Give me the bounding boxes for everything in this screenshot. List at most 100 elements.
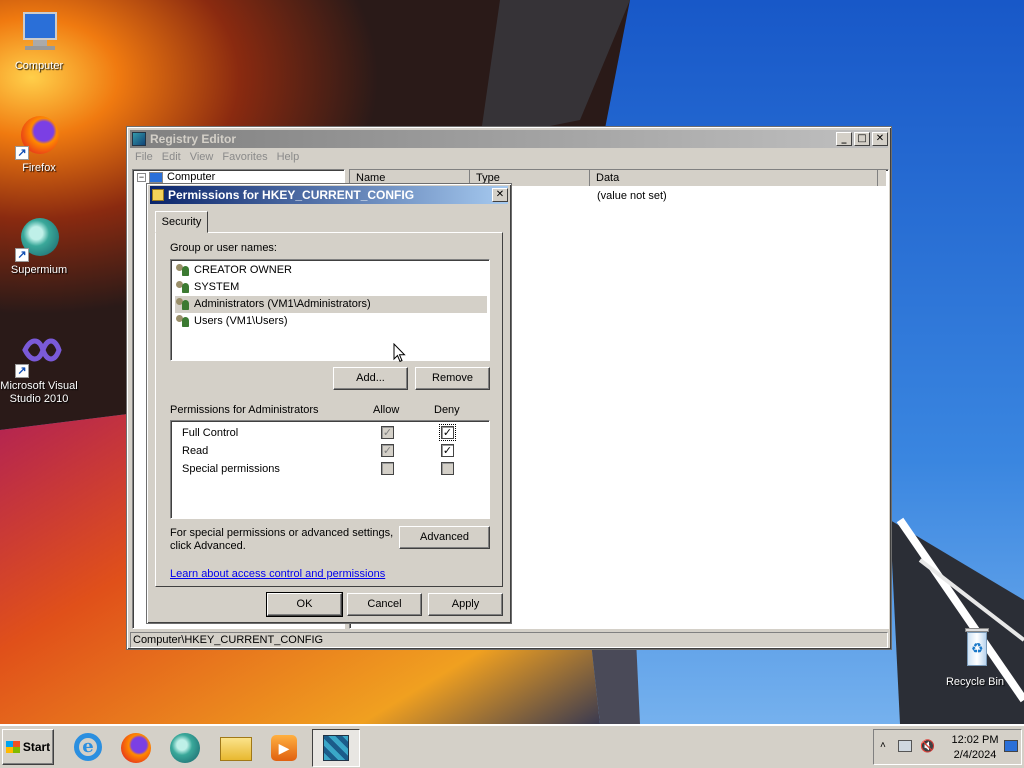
dialog-title: Permissions for HKEY_CURRENT_CONFIG	[168, 188, 415, 202]
menu-edit[interactable]: Edit	[162, 151, 181, 167]
user-name: CREATOR OWNER	[194, 264, 292, 276]
minimize-button[interactable]: _	[836, 132, 852, 146]
user-group-icon	[175, 297, 191, 311]
perm-name: Read	[182, 445, 209, 457]
special-permissions-text: For special permissions or advanced sett…	[170, 527, 394, 539]
regedit-icon	[132, 132, 146, 146]
tree-node-label: Computer	[167, 171, 216, 183]
allow-header: Allow	[373, 404, 400, 416]
menu-view[interactable]: View	[190, 151, 214, 167]
shortcut-arrow-icon: ↗	[15, 146, 29, 160]
deny-full-control-checkbox[interactable]: ✓	[439, 424, 456, 441]
learn-more-link[interactable]: Learn about access control and permissio…	[170, 568, 385, 580]
close-button[interactable]: ✕	[492, 188, 508, 202]
menu-favorites[interactable]: Favorites	[222, 151, 267, 167]
cancel-button[interactable]: Cancel	[347, 593, 422, 616]
default-value-data: (value not set)	[597, 190, 667, 202]
media-player-icon: ▶	[271, 735, 297, 761]
permissions-titlebar[interactable]: Permissions for HKEY_CURRENT_CONFIG ✕	[150, 186, 508, 204]
recycle-bin-icon: ♻	[951, 626, 999, 674]
taskbar-supermium[interactable]	[164, 729, 206, 767]
taskbar-firefox[interactable]	[115, 729, 157, 767]
folder-icon	[220, 737, 252, 761]
tab-panel: Group or user names: CREATOR OWNER SYSTE…	[155, 232, 503, 587]
network-icon[interactable]	[898, 740, 912, 752]
user-group-icon	[175, 280, 191, 294]
perm-name: Special permissions	[182, 463, 280, 475]
chevron-up-icon[interactable]: ˄	[880, 740, 886, 751]
remove-button[interactable]: Remove	[415, 367, 490, 390]
list-item[interactable]: Users (VM1\Users)	[175, 313, 487, 330]
menu-bar: File Edit View Favorites Help	[135, 151, 299, 167]
menu-file[interactable]: File	[135, 151, 153, 167]
mouse-cursor-icon	[393, 343, 406, 363]
registry-titlebar[interactable]: Registry Editor _ □ ✕	[130, 130, 888, 148]
show-desktop-icon[interactable]	[1004, 740, 1018, 752]
close-button[interactable]: ✕	[872, 132, 888, 146]
computer-icon	[149, 171, 163, 183]
taskbar: Start e ▶ ˄ 🔇 12:02 PM 2/4/2024	[0, 724, 1024, 768]
deny-read-checkbox[interactable]: ✓	[441, 444, 454, 457]
desktop-icon-recycle-bin[interactable]: ♻ Recycle Bin	[936, 626, 1014, 689]
tab-security[interactable]: Security	[155, 211, 208, 233]
volume-muted-icon[interactable]: 🔇	[920, 739, 935, 753]
user-name: Users (VM1\Users)	[194, 315, 288, 327]
status-bar: Computer\HKEY_CURRENT_CONFIG	[130, 632, 888, 648]
desktop-icon-visual-studio[interactable]: ↗ Microsoft Visual Studio 2010	[0, 330, 78, 406]
taskbar-file-explorer[interactable]	[214, 729, 256, 767]
list-item-selected[interactable]: Administrators (VM1\Administrators)	[175, 296, 487, 313]
desktop-icon-firefox[interactable]: ↗ Firefox	[0, 112, 78, 175]
desktop-icon-computer[interactable]: Computer	[0, 10, 78, 73]
desktop-icon-label: Firefox	[22, 162, 56, 174]
desktop-icon-supermium[interactable]: ↗ Supermium	[0, 214, 78, 277]
desktop-icon-label: Microsoft Visual Studio 2010	[0, 380, 78, 405]
supermium-icon: ↗	[15, 214, 63, 262]
special-permissions-text-2: click Advanced.	[170, 540, 246, 552]
start-button[interactable]: Start	[2, 729, 54, 765]
user-list[interactable]: CREATOR OWNER SYSTEM Administrators (VM1…	[170, 259, 490, 361]
maximize-button[interactable]: □	[854, 132, 870, 146]
taskbar-internet-explorer[interactable]: e	[67, 729, 109, 767]
taskbar-media-player[interactable]: ▶	[263, 729, 305, 767]
list-item[interactable]: SYSTEM	[175, 279, 487, 296]
clock-date[interactable]: 2/4/2024	[950, 749, 1000, 761]
system-tray: ˄ 🔇 12:02 PM 2/4/2024	[873, 729, 1022, 765]
firefox-icon	[121, 733, 151, 763]
deny-special-checkbox[interactable]	[441, 462, 454, 475]
allow-special-checkbox[interactable]	[381, 462, 394, 475]
regedit-icon	[323, 735, 349, 761]
permissions-dialog: Permissions for HKEY_CURRENT_CONFIG ✕ Se…	[146, 183, 512, 624]
apply-button[interactable]: Apply	[428, 593, 503, 616]
allow-full-control-checkbox[interactable]: ✓	[381, 426, 394, 439]
desktop-icon-label: Recycle Bin	[945, 676, 1005, 688]
tab-label: Security	[161, 216, 202, 228]
advanced-button[interactable]: Advanced	[399, 526, 490, 549]
desktop-icon-label: Supermium	[10, 264, 68, 276]
shortcut-arrow-icon: ↗	[15, 364, 29, 378]
folder-icon	[152, 189, 164, 201]
list-item[interactable]: CREATOR OWNER	[175, 262, 487, 279]
windows-logo-icon	[5, 741, 20, 753]
supermium-icon	[170, 733, 200, 763]
user-group-icon	[175, 314, 191, 328]
collapse-icon[interactable]: −	[137, 172, 146, 182]
allow-read-checkbox[interactable]: ✓	[381, 444, 394, 457]
user-group-icon	[175, 263, 191, 277]
add-button[interactable]: Add...	[333, 367, 408, 390]
tree-node-computer[interactable]: − Computer	[137, 171, 215, 183]
column-data[interactable]: Data	[590, 170, 878, 186]
clock-time[interactable]: 12:02 PM	[950, 734, 1000, 746]
desktop-icon-label: Computer	[14, 60, 64, 72]
start-label: Start	[22, 740, 51, 754]
permissions-list[interactable]: Full Control ✓ ✓ Read ✓ ✓ Special permis…	[170, 420, 490, 519]
menu-help[interactable]: Help	[277, 151, 300, 167]
ok-button[interactable]: OK	[266, 592, 343, 617]
perm-name: Full Control	[182, 427, 239, 439]
shortcut-arrow-icon: ↗	[15, 248, 29, 262]
deny-header: Deny	[434, 404, 460, 416]
computer-icon	[15, 10, 63, 58]
visual-studio-icon: ↗	[15, 330, 63, 378]
internet-explorer-icon: e	[74, 733, 102, 761]
permissions-label: Permissions for Administrators	[170, 404, 319, 416]
taskbar-registry-editor[interactable]	[312, 729, 360, 767]
